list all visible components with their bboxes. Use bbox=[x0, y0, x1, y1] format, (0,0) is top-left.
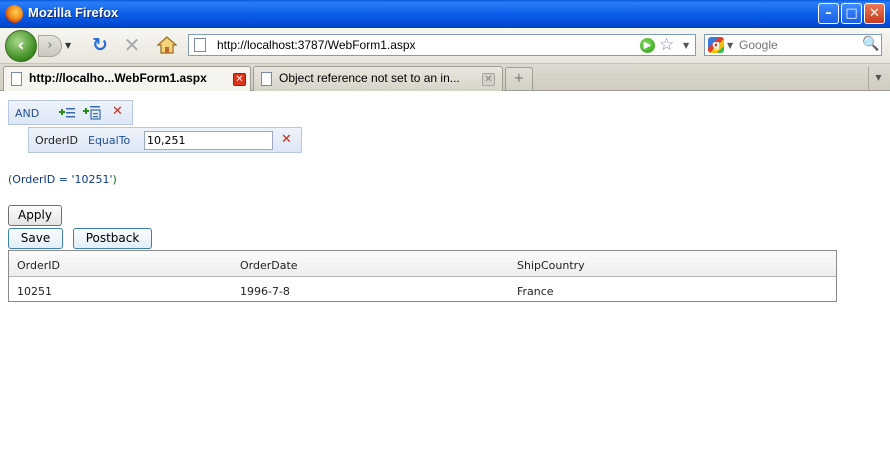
url-dropdown-icon[interactable]: ▼ bbox=[683, 41, 689, 50]
new-tab-button[interactable]: + bbox=[505, 67, 533, 90]
condition-value-input[interactable] bbox=[144, 131, 273, 150]
url-text[interactable]: http://localhost:3787/WebForm1.aspx bbox=[217, 38, 416, 52]
condition-field-link[interactable]: OrderID bbox=[35, 134, 78, 147]
window-title: Mozilla Firefox bbox=[28, 5, 119, 20]
cell-orderdate: 1996-7-8 bbox=[240, 285, 290, 298]
apply-button[interactable]: Apply bbox=[8, 205, 62, 226]
remove-condition-icon[interactable]: ✕ bbox=[281, 132, 292, 147]
cell-orderid: 10251 bbox=[17, 285, 52, 298]
close-tab-icon[interactable]: ✕ bbox=[482, 73, 495, 86]
stop-icon[interactable]: ✕ bbox=[122, 35, 142, 55]
maximize-button[interactable]: □ bbox=[841, 3, 862, 24]
minimize-button[interactable]: – bbox=[818, 3, 839, 24]
go-icon[interactable]: ▶ bbox=[640, 38, 655, 53]
column-header-shipcountry[interactable]: ShipCountry bbox=[517, 259, 585, 272]
search-engine-dropdown-icon[interactable]: ▼ bbox=[727, 41, 733, 50]
tab-error[interactable]: Object reference not set to an in... ✕ bbox=[253, 66, 503, 91]
condition-operator-link[interactable]: EqualTo bbox=[88, 134, 130, 147]
grid-header-row: OrderID OrderDate ShipCountry bbox=[9, 251, 836, 277]
bookmark-star-icon[interactable]: ☆ bbox=[659, 35, 674, 55]
filter-group: AND ✕ bbox=[8, 100, 133, 125]
address-bar[interactable]: http://localhost:3787/WebForm1.aspx ▶ ☆ … bbox=[188, 34, 696, 56]
close-window-button[interactable]: ✕ bbox=[864, 3, 885, 24]
tab-webform1[interactable]: http://localho...WebForm1.aspx ✕ bbox=[3, 66, 251, 92]
orders-grid: OrderID OrderDate ShipCountry 10251 1996… bbox=[8, 250, 837, 302]
column-header-orderdate[interactable]: OrderDate bbox=[240, 259, 298, 272]
tab-label: Object reference not set to an in... bbox=[279, 71, 460, 85]
title-bar: Mozilla Firefox – □ ✕ bbox=[0, 0, 890, 28]
tab-label: http://localho...WebForm1.aspx bbox=[29, 71, 207, 85]
filter-condition-row: OrderID EqualTo ✕ bbox=[28, 127, 302, 153]
tab-list-dropdown-icon[interactable]: ▼ bbox=[868, 67, 888, 90]
history-dropdown-icon[interactable]: ▼ bbox=[65, 41, 71, 50]
cell-shipcountry: France bbox=[517, 285, 554, 298]
navigation-toolbar: ‹ › ▼ ↻ ✕ http://localhost:3787/WebForm1… bbox=[0, 28, 890, 64]
home-icon[interactable] bbox=[156, 35, 178, 55]
page-icon bbox=[11, 72, 22, 86]
firefox-logo-icon bbox=[5, 5, 23, 23]
reload-icon[interactable]: ↻ bbox=[90, 35, 110, 55]
save-button[interactable]: Save bbox=[8, 228, 63, 249]
close-tab-icon[interactable]: ✕ bbox=[233, 73, 246, 86]
expression-text: OrderID = '10251' bbox=[12, 173, 113, 186]
add-group-icon[interactable] bbox=[83, 105, 101, 121]
group-operator-link[interactable]: AND bbox=[15, 107, 39, 120]
forward-button[interactable]: › bbox=[38, 35, 62, 57]
search-input[interactable] bbox=[739, 37, 859, 53]
expression-close-paren: ) bbox=[112, 173, 117, 186]
page-icon bbox=[194, 38, 206, 52]
tab-strip: http://localho...WebForm1.aspx ✕ Object … bbox=[0, 64, 890, 92]
back-button[interactable]: ‹ bbox=[5, 30, 37, 62]
search-bar[interactable]: g ▼ 🔍 bbox=[704, 34, 882, 56]
postback-button[interactable]: Postback bbox=[73, 228, 152, 249]
google-icon[interactable]: g bbox=[708, 37, 724, 53]
search-icon[interactable]: 🔍 bbox=[862, 36, 879, 52]
page-content: AND ✕ OrderID EqualTo ✕ bbox=[0, 91, 890, 466]
filter-expression: (OrderID = '10251') bbox=[8, 173, 117, 186]
remove-group-icon[interactable]: ✕ bbox=[112, 104, 123, 119]
add-condition-icon[interactable] bbox=[59, 106, 75, 120]
column-header-orderid[interactable]: OrderID bbox=[17, 259, 60, 272]
page-icon bbox=[261, 72, 272, 86]
